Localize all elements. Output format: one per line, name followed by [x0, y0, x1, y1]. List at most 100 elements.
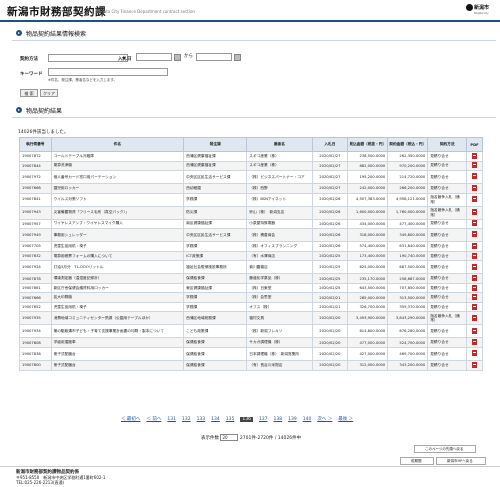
pager-page-link[interactable]: 135 [226, 417, 235, 422]
pdf-icon[interactable] [472, 327, 478, 334]
cell-no: 19007632 [19, 250, 52, 262]
page-top-link[interactable]: このページの先頭へ戻る [414, 445, 476, 453]
cell-vendor: 小泉屋特殊電器 [246, 218, 313, 230]
pager-page-link[interactable]: 137 [259, 417, 268, 422]
col-date: 入札日 [311, 137, 349, 152]
table-row[interactable]: 19007943 災害備蓄物資「フリース毛布（真空パック）」 防災課 鈴山（株） 新潟… [19, 205, 483, 220]
cell-name[interactable]: 乗算洗浄機 [50, 160, 185, 172]
table-row[interactable]: 19007705 児童生徒用机・椅子 学務課 （株）オフィスプランニング 2020/02… [19, 241, 483, 252]
cell-vendor: オフス（株） [246, 301, 313, 313]
pager-first-link[interactable]: ＜ 最初へ [121, 416, 140, 422]
keyword-input[interactable] [48, 68, 168, 76]
table-row[interactable]: 19007666 拡大印刷機 学務課 （株）会思堂 2020/02/21 285,000.… [19, 292, 483, 303]
pager-page-link[interactable]: 133 [197, 417, 206, 422]
calendar-icon[interactable] [234, 54, 241, 61]
pdf-icon[interactable] [472, 162, 478, 169]
pager-page-link[interactable]: 138 [274, 417, 283, 422]
cell-name[interactable]: ウイルス対策ソフト [50, 192, 185, 207]
cell-name[interactable]: 冊子式配膳台 [50, 360, 185, 371]
cell-name[interactable]: コールドテーブル冷蔵庫 [50, 151, 185, 162]
cell-name[interactable]: 巣の駆軟溝市子ども・子育て支援事業計画書の印刷・製本について [50, 324, 185, 339]
pager-page-link[interactable]: 136 [240, 417, 253, 422]
pdf-icon[interactable] [472, 208, 478, 215]
cell-name[interactable]: 園児用ロッカー [50, 183, 185, 194]
table-row[interactable]: 19007935 消費地域コミュニティセンター熱源（公園用テーブルほか） 西蒲区地域… [19, 311, 483, 326]
table-row[interactable]: 19007878 環境測定器（温湿度記録計） 保健給食課 藤道化学薬品（株） 2020/… [19, 273, 483, 284]
cell-name[interactable]: ワイヤレスアンプ・ワイヤレスマイク購入 [50, 218, 185, 230]
home-link[interactable]: 新潟市HPへ戻る [436, 457, 486, 465]
back-link[interactable]: 前期間 [400, 457, 434, 465]
pdf-icon[interactable] [472, 173, 478, 180]
cell-no: 19007878 [19, 273, 52, 284]
table-row[interactable]: 19007972 個人番号カード窓口用パーテーション 中央区区民生活サービス課 （株）… [19, 170, 483, 185]
pdf-icon[interactable] [472, 339, 478, 346]
pdf-icon[interactable] [472, 350, 478, 357]
pager-page-link[interactable]: 131 [167, 417, 176, 422]
table-row[interactable]: 19007949 事務用シュレッダー 中央区区民生活サービス課 （株）積善商会 2020… [19, 228, 483, 243]
cell-pdf [466, 301, 483, 313]
cell-name[interactable]: 灯油3月分 TL-OOOリットル [50, 260, 185, 275]
pager-prev-link[interactable]: ＜ 前へ [146, 416, 161, 422]
site-title[interactable]: 新潟市財務部契約課 [7, 4, 106, 19]
pdf-icon[interactable] [472, 263, 478, 270]
pdf-icon[interactable] [472, 294, 478, 301]
cell-pdf [466, 250, 483, 262]
table-row[interactable]: 19007800 冊子式配膳台 保健給食課 （有）長谷川米殻店 2020/02/20 31… [19, 360, 483, 371]
cell-name[interactable]: 電算用帳票フォームの購入について [50, 250, 185, 262]
pdf-icon[interactable] [472, 314, 478, 321]
pdf-icon[interactable] [472, 152, 478, 159]
pdf-icon[interactable] [472, 284, 478, 291]
cell-name[interactable]: 児童生徒用机・椅子 [50, 301, 185, 313]
cell-pdf [466, 282, 483, 294]
table-row[interactable]: 19007924 灯油3月分 TL-OOOリットル 福祉社会復帰施設事務所 菊川農機店… [19, 260, 483, 275]
cell-name[interactable]: 事務用シュレッダー [50, 228, 185, 243]
pdf-icon[interactable] [472, 303, 478, 310]
pdf-icon[interactable] [472, 242, 478, 249]
pager-page-link[interactable]: 132 [182, 417, 191, 422]
date-to-input[interactable] [196, 53, 232, 61]
pager-page-link[interactable]: 140 [303, 417, 312, 422]
search-button[interactable]: 検 索 [20, 89, 38, 97]
pager-last-link[interactable]: 最後 ＞ [338, 416, 353, 422]
pdf-icon[interactable] [472, 220, 478, 227]
cell-name[interactable]: 冊子式配膳台 [50, 347, 185, 362]
table-row[interactable]: 19007632 電算用帳票フォームの購入について ICT政策課 （有）水澤商店 202… [19, 250, 483, 262]
pdf-icon[interactable] [472, 195, 478, 202]
table-row[interactable]: 19007957 ワイヤレスアンプ・ワイヤレスマイク購入 南区健康福祉課 小泉屋特殊電… [19, 218, 483, 230]
display-count-select[interactable]: 20 [220, 434, 239, 441]
cell-date: 2020/02/27 [311, 160, 349, 172]
cell-name[interactable]: 拡大印刷機 [50, 292, 185, 303]
cell-org: こども政策課 [183, 324, 248, 339]
cell-name[interactable]: 学級用運搬車 [50, 337, 185, 348]
calendar-icon[interactable] [174, 54, 181, 61]
method-select[interactable] [48, 54, 128, 62]
cell-method: 見積り合せ [427, 282, 468, 294]
cell-name[interactable]: 消費地域コミュニティセンター熱源（公園用テーブルほか） [50, 311, 185, 326]
city-logo[interactable]: 新潟市 Niigata City [466, 3, 496, 19]
date-from-input[interactable] [136, 53, 172, 61]
table-row[interactable]: 19007652 児童生徒用机・椅子 学務課 オフス（株） 2020/02/21 326,… [19, 301, 483, 313]
clear-button[interactable]: クリア [40, 89, 58, 97]
pager-page-link[interactable]: 139 [288, 417, 297, 422]
table-row[interactable]: 19007841 ウイルス対策ソフト 学務課 （株）BSNアイネット 2020/02/2… [19, 192, 483, 207]
pdf-icon[interactable] [472, 275, 478, 282]
cell-vendor: 菊川農機店 [246, 260, 313, 275]
table-row[interactable]: 19007861 新区庁舎保健会議資料用ロッカー 東区健康福祉課 （株）日東堂 2020… [19, 282, 483, 294]
pdf-icon[interactable] [472, 252, 478, 259]
table-row[interactable]: 19007668 園児用ロッカー 西幼稚園 （株）西野 2020/02/27 242,00… [19, 183, 483, 194]
pager-next-link[interactable]: 次へ ＞ [317, 416, 332, 422]
cell-name[interactable]: 新区庁舎保健会議資料用ロッカー [50, 282, 185, 294]
pdf-icon[interactable] [472, 361, 478, 368]
cell-name[interactable]: 児童生徒用机・椅子 [50, 241, 185, 252]
table-row[interactable]: 19007934 巣の駆軟溝市子ども・子育て支援事業計画書の印刷・製本について こど… [19, 324, 483, 339]
table-row[interactable]: 19007872 コールドテーブル冷蔵庫 西蒲区健康福祉課 スギコ産業（株） 2020/… [19, 151, 483, 162]
pdf-icon[interactable] [472, 184, 478, 191]
cell-name[interactable]: 環境測定器（温湿度記録計） [50, 273, 185, 284]
pdf-icon[interactable] [472, 231, 478, 238]
cell-name[interactable]: 災害備蓄物資「フリース毛布（真空パック）」 [50, 205, 185, 220]
table-row[interactable]: 19007838 冊子式配膳台 保健給食課 日本調理機（株） 新潟営業所 2020/02… [19, 347, 483, 362]
table-row[interactable]: 19007808 学級用運搬車 保健給食課 サカガ調理機（株） 2020/02/20 47… [19, 337, 483, 348]
table-row[interactable]: 19007844 乗算洗浄機 西蒲区健康福祉課 スギコ産業（株） 2020/02/27 8… [19, 160, 483, 172]
pager-page-link[interactable]: 134 [211, 417, 220, 422]
cell-name[interactable]: 個人番号カード窓口用パーテーション [50, 170, 185, 185]
